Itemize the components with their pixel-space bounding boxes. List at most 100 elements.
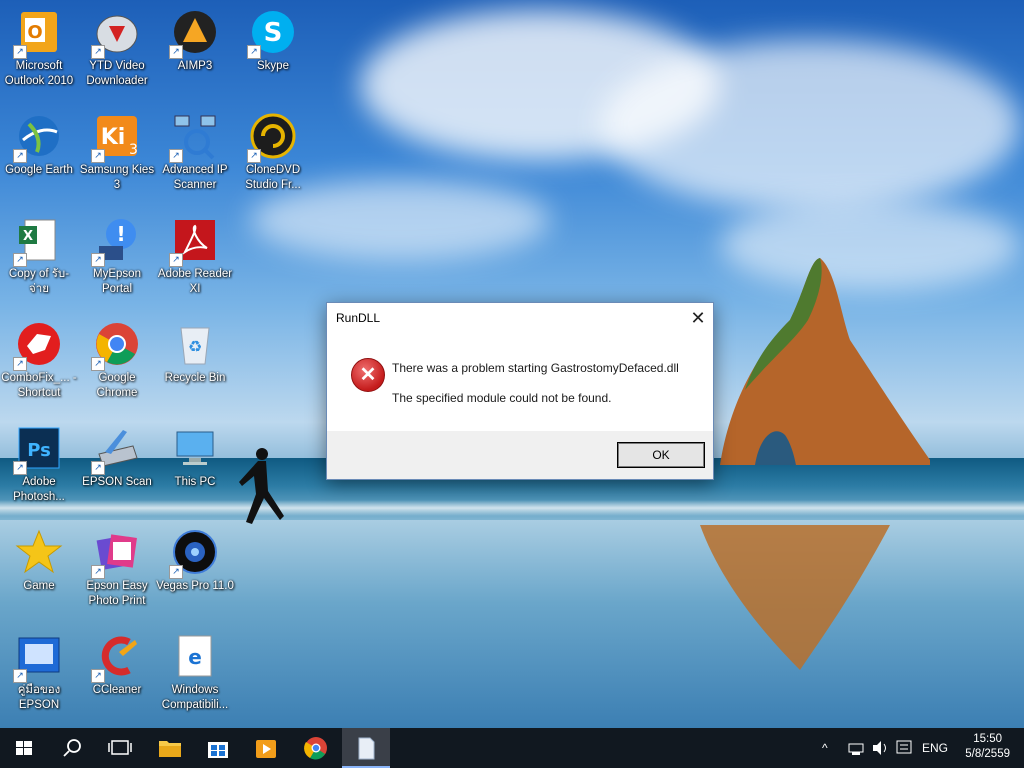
ccleaner-icon: ↗ bbox=[91, 632, 141, 683]
close-icon[interactable]: ✕ bbox=[683, 303, 713, 333]
desktop-icon-label: Google Earth bbox=[5, 164, 73, 176]
google-earth-icon: ↗ bbox=[13, 112, 63, 163]
desktop-icon-ccleaner[interactable]: ↗ CCleaner bbox=[78, 632, 156, 698]
desktop-icon-label: Windows Compatibili... bbox=[161, 684, 229, 711]
dialog-title: RunDLL bbox=[336, 311, 381, 325]
volume-icon[interactable] bbox=[870, 728, 890, 768]
action-center-icon[interactable] bbox=[894, 728, 914, 768]
taskbar-media-player[interactable] bbox=[242, 728, 290, 768]
photoshop-icon: Ps ↗ bbox=[13, 424, 63, 475]
desktop-icon-label: Adobe Photosh... bbox=[13, 476, 65, 503]
desktop-icon-aimp[interactable]: ↗ AIMP3 bbox=[156, 8, 234, 74]
desktop-icon-label: Vegas Pro 11.0 bbox=[156, 580, 234, 592]
search-icon bbox=[63, 739, 81, 757]
svg-text:Ps: Ps bbox=[27, 440, 51, 461]
desktop-icon-label: AIMP3 bbox=[177, 60, 213, 72]
store-icon bbox=[208, 742, 228, 758]
taskbar-active-document[interactable] bbox=[342, 728, 390, 768]
ytd-icon: ↗ bbox=[91, 8, 141, 59]
desktop-icon-combofix[interactable]: ↗ ComboFix_... - Shortcut bbox=[0, 320, 78, 401]
desktop-icon-photoshop[interactable]: Ps ↗ Adobe Photosh... bbox=[0, 424, 78, 505]
skype-icon: S ↗ bbox=[247, 8, 297, 59]
search-button[interactable] bbox=[48, 728, 96, 768]
desktop-icon-windows-compat[interactable]: e Windows Compatibili... bbox=[156, 632, 234, 713]
desktop-icon-label: Samsung Kies 3 bbox=[79, 164, 155, 191]
chrome-icon: ↗ bbox=[91, 320, 141, 371]
adobe-reader-icon: ↗ bbox=[169, 216, 219, 267]
desktop-icon-label: Copy of รับ-จ่าย bbox=[8, 268, 70, 295]
desktop-icon-chrome[interactable]: ↗ Google Chrome bbox=[78, 320, 156, 401]
desktop-icon-adobe-reader[interactable]: ↗ Adobe Reader XI bbox=[156, 216, 234, 297]
desktop-icon-label: Advanced IP Scanner bbox=[162, 164, 228, 191]
svg-text:3: 3 bbox=[129, 142, 138, 158]
desktop-icon-excel-file[interactable]: X ↗ Copy of รับ-จ่าย bbox=[0, 216, 78, 297]
language-indicator[interactable]: ENG bbox=[922, 728, 948, 768]
desktop-icon-skype[interactable]: S ↗ Skype bbox=[234, 8, 312, 74]
svg-text:Ki: Ki bbox=[101, 125, 126, 150]
desktop-icon-label: MyEpson Portal bbox=[93, 268, 141, 295]
star-icon bbox=[15, 528, 63, 576]
desktop-icon-epson-photo[interactable]: ↗ Epson Easy Photo Print bbox=[78, 528, 156, 609]
desktop-icon-epson-manual[interactable]: ↗ คู่มือของ EPSON bbox=[0, 632, 78, 713]
desktop-icon-ytd[interactable]: ↗ YTD Video Downloader bbox=[78, 8, 156, 89]
desktop-icon-label: Google Chrome bbox=[96, 372, 138, 399]
svg-text:O: O bbox=[27, 22, 42, 43]
show-hidden-icons-button[interactable]: ^ bbox=[822, 728, 840, 768]
desktop-icon-label: This PC bbox=[174, 476, 216, 488]
desktop-icon-clonedvd[interactable]: ↗ CloneDVD Studio Fr... bbox=[234, 112, 312, 193]
rundll-error-dialog: RunDLL ✕ ✕ There was a problem starting … bbox=[326, 302, 714, 480]
svg-text:X: X bbox=[23, 229, 33, 244]
desktop-icon-recycle-bin[interactable]: ♻ Recycle Bin bbox=[156, 320, 234, 386]
ok-button[interactable]: OK bbox=[617, 442, 705, 468]
myepson-icon: ! ↗ bbox=[91, 216, 141, 267]
desktop-icon-label: Adobe Reader XI bbox=[157, 268, 233, 295]
error-detail: The specified module could not be found. bbox=[392, 391, 612, 405]
desktop-icon-label: Microsoft Outlook 2010 bbox=[4, 60, 74, 87]
taskbar: ^ ENG 15:50 5/8/2559 bbox=[0, 728, 1024, 768]
epson-scan-icon: ↗ bbox=[91, 424, 141, 475]
combofix-icon: ↗ bbox=[13, 320, 63, 371]
desktop-icon-outlook[interactable]: O ↗ Microsoft Outlook 2010 bbox=[0, 8, 78, 89]
epson-photo-icon: ↗ bbox=[91, 528, 141, 579]
desktop-icon-label: คู่มือของ EPSON bbox=[17, 684, 61, 711]
desktop-icon-label: Recycle Bin bbox=[164, 372, 226, 384]
kies-icon: Ki 3 ↗ bbox=[91, 112, 141, 163]
taskbar-file-explorer[interactable] bbox=[146, 728, 194, 768]
clock-date: 5/8/2559 bbox=[965, 748, 1010, 760]
svg-text:e: e bbox=[188, 645, 202, 669]
desktop-icon-label: CCleaner bbox=[92, 684, 142, 696]
clonedvd-icon: ↗ bbox=[247, 112, 297, 163]
desktop-icon-game[interactable]: Game bbox=[0, 528, 78, 594]
taskbar-store[interactable] bbox=[194, 728, 242, 768]
media-player-icon bbox=[256, 740, 276, 758]
excel-icon: X ↗ bbox=[13, 216, 63, 267]
task-view-button[interactable] bbox=[96, 728, 144, 768]
rock-arch-image bbox=[720, 258, 930, 465]
windows-logo-icon bbox=[16, 741, 32, 755]
chrome-icon bbox=[304, 737, 327, 760]
clock-time: 15:50 bbox=[973, 733, 1002, 745]
desktop-icon-ip-scanner[interactable]: ↗ Advanced IP Scanner bbox=[156, 112, 234, 193]
error-message: There was a problem starting Gastrostomy… bbox=[392, 361, 679, 375]
svg-text:♻: ♻ bbox=[188, 337, 202, 356]
this-pc-icon bbox=[171, 424, 219, 472]
desktop-icon-label: Epson Easy Photo Print bbox=[86, 580, 148, 607]
desktop-icon-label: Game bbox=[23, 580, 55, 592]
rock-reflection-image bbox=[700, 525, 890, 670]
desktop-icon-this-pc[interactable]: This PC bbox=[156, 424, 234, 490]
desktop-icon-google-earth[interactable]: ↗ Google Earth bbox=[0, 112, 78, 178]
ip-scanner-icon: ↗ bbox=[169, 112, 219, 163]
aimp-icon: ↗ bbox=[169, 8, 219, 59]
start-button[interactable] bbox=[0, 728, 48, 768]
vegas-icon: ↗ bbox=[169, 528, 219, 579]
clock[interactable]: 15:50 5/8/2559 bbox=[965, 732, 1010, 762]
desktop-icon-epson-scan[interactable]: ↗ EPSON Scan bbox=[78, 424, 156, 490]
network-icon[interactable] bbox=[846, 728, 866, 768]
desktop-icon-myepson[interactable]: ! ↗ MyEpson Portal bbox=[78, 216, 156, 297]
epson-manual-icon: ↗ bbox=[13, 632, 63, 683]
folder-icon bbox=[159, 741, 181, 757]
desktop-icon-kies[interactable]: Ki 3 ↗ Samsung Kies 3 bbox=[78, 112, 156, 193]
taskbar-chrome[interactable] bbox=[292, 728, 340, 768]
desktop-icon-label: CloneDVD Studio Fr... bbox=[245, 164, 301, 191]
desktop-icon-vegas[interactable]: ↗ Vegas Pro 11.0 bbox=[156, 528, 234, 594]
